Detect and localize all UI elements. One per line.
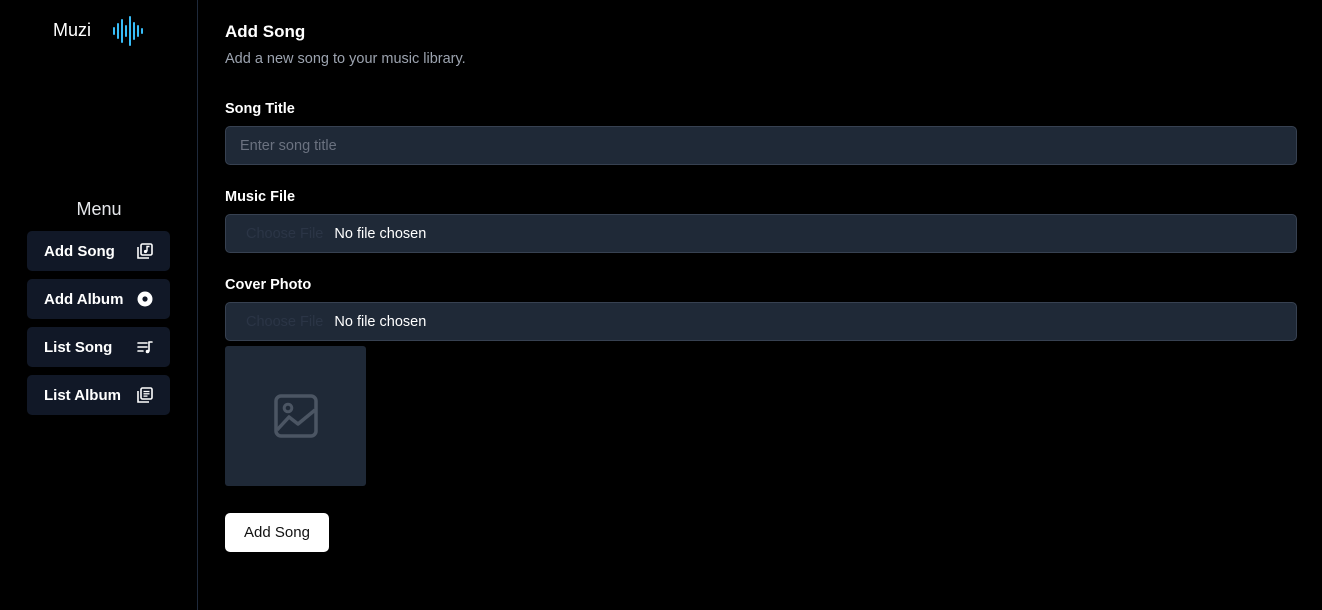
- music-file-input[interactable]: Choose File No file chosen: [225, 214, 1297, 253]
- sidebar-item-list-album[interactable]: List Album: [27, 375, 170, 415]
- music-file-status: No file chosen: [334, 225, 427, 242]
- cover-photo-label: Cover Photo: [225, 277, 312, 293]
- page-subtitle: Add a new song to your music library.: [225, 51, 466, 67]
- playlist-icon: [136, 339, 153, 356]
- song-title-input[interactable]: [225, 126, 1297, 165]
- disc-icon: [136, 291, 153, 308]
- sidebar-item-add-album[interactable]: Add Album: [27, 279, 170, 319]
- sidebar-menu: Add Song Add Album List Song List Album: [27, 231, 170, 423]
- brand-name: Muzi: [53, 20, 92, 40]
- sidebar-item-label: Add Album: [44, 290, 124, 308]
- cover-photo-status: No file chosen: [334, 313, 427, 330]
- sidebar-item-list-song[interactable]: List Song: [27, 327, 170, 367]
- add-song-button[interactable]: Add Song: [225, 513, 329, 552]
- song-title-label: Song Title: [225, 101, 295, 117]
- music-file-choose-button[interactable]: Choose File: [246, 226, 323, 242]
- page-title: Add Song: [225, 22, 306, 41]
- sidebar: Muzi Menu Add Song Add Album List Song L…: [0, 0, 198, 610]
- sound-wave-icon: [113, 16, 143, 46]
- music-note-box-icon: [136, 243, 153, 260]
- cover-photo-input[interactable]: Choose File No file chosen: [225, 302, 1297, 341]
- sidebar-item-add-song[interactable]: Add Song: [27, 231, 170, 271]
- cover-photo-choose-button[interactable]: Choose File: [246, 314, 323, 330]
- image-placeholder-icon: [273, 394, 318, 438]
- brand[interactable]: Muzi: [53, 16, 143, 46]
- sidebar-item-label: List Song: [44, 338, 113, 356]
- menu-title: Menu: [76, 199, 122, 219]
- library-icon: [136, 387, 153, 404]
- sidebar-item-label: Add Song: [44, 242, 115, 260]
- cover-photo-preview: [225, 346, 366, 486]
- sidebar-item-label: List Album: [44, 386, 121, 404]
- music-file-label: Music File: [225, 189, 296, 205]
